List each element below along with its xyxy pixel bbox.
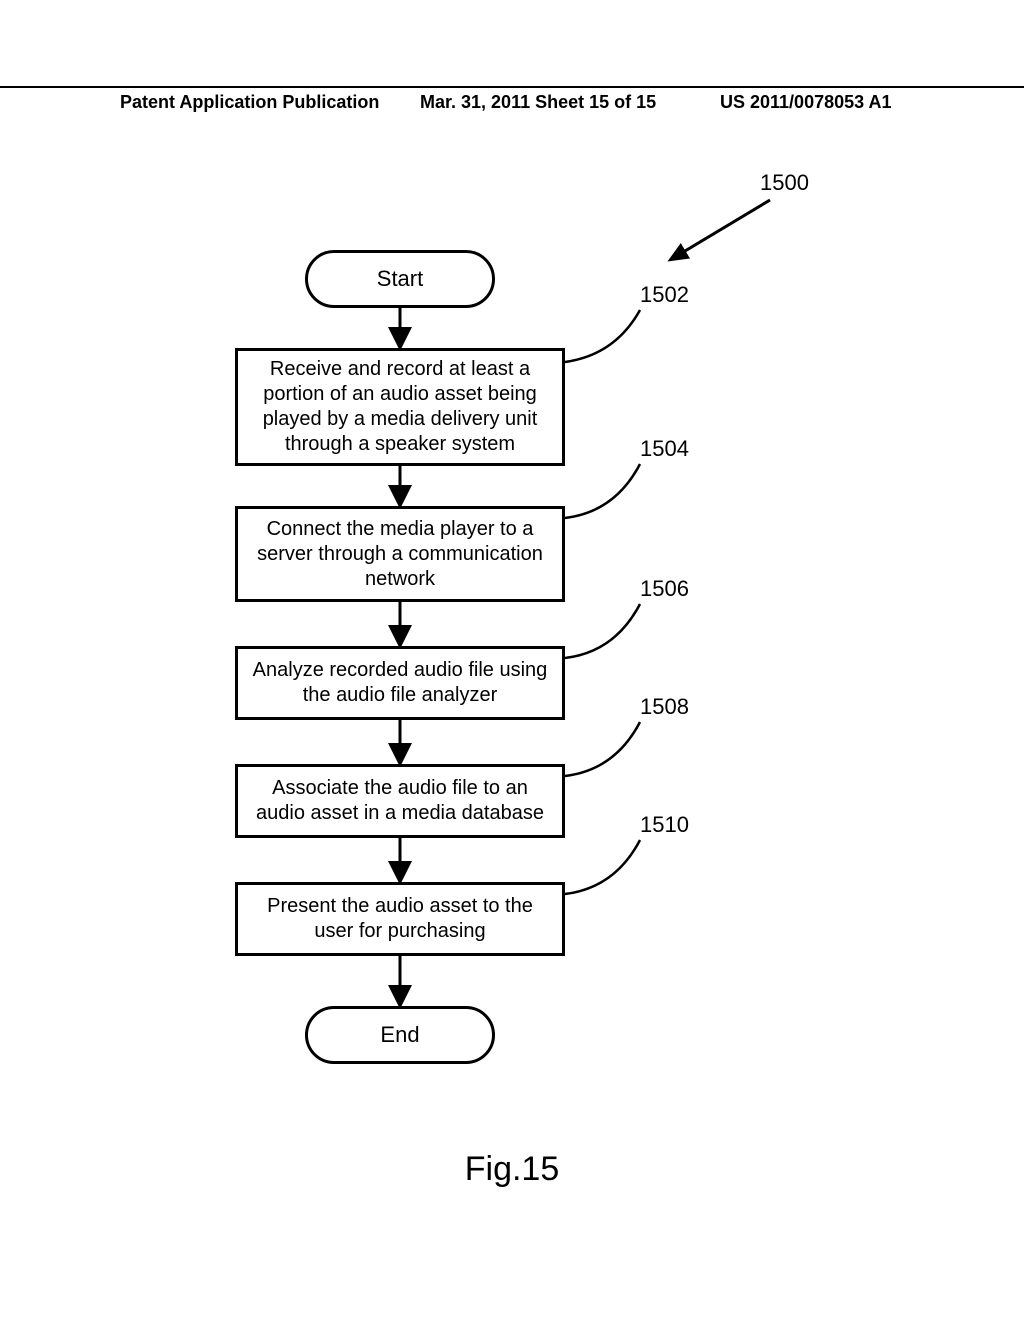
arrow-step2-step3: [390, 602, 410, 648]
header-publication: Patent Application Publication: [120, 92, 379, 113]
start-terminator: Start: [305, 250, 495, 308]
leader-1502: [560, 300, 650, 370]
step-1502: Receive and record at least a portion of…: [235, 348, 565, 466]
step-1506: Analyze recorded audio file using the au…: [235, 646, 565, 720]
step-1510-text: Present the audio asset to the user for …: [250, 894, 550, 944]
leader-1506: [560, 594, 650, 666]
leader-1508: [560, 712, 650, 784]
leader-1504: [560, 454, 650, 526]
step-1510: Present the audio asset to the user for …: [235, 882, 565, 956]
flowchart-ref-main-arrow: [640, 190, 780, 270]
arrow-step5-end: [390, 956, 410, 1008]
header-date-sheet: Mar. 31, 2011 Sheet 15 of 15: [420, 92, 656, 113]
arrow-step4-step5: [390, 838, 410, 884]
step-1508: Associate the audio file to an audio ass…: [235, 764, 565, 838]
step-1506-text: Analyze recorded audio file using the au…: [250, 658, 550, 708]
step-1502-text: Receive and record at least a portion of…: [250, 357, 550, 457]
step-1504-text: Connect the media player to a server thr…: [250, 517, 550, 592]
arrow-step1-step2: [390, 466, 410, 508]
leader-1510: [560, 830, 650, 902]
start-label: Start: [377, 266, 423, 292]
end-label: End: [380, 1022, 419, 1048]
step-1504: Connect the media player to a server thr…: [235, 506, 565, 602]
figure-label: Fig.15: [0, 1150, 1024, 1189]
step-1508-text: Associate the audio file to an audio ass…: [250, 776, 550, 826]
page-header: Patent Application Publication Mar. 31, …: [0, 86, 1024, 92]
arrow-step3-step4: [390, 720, 410, 766]
header-pub-number: US 2011/0078053 A1: [720, 92, 891, 113]
end-terminator: End: [305, 1006, 495, 1064]
arrow-start-step1: [390, 308, 410, 350]
